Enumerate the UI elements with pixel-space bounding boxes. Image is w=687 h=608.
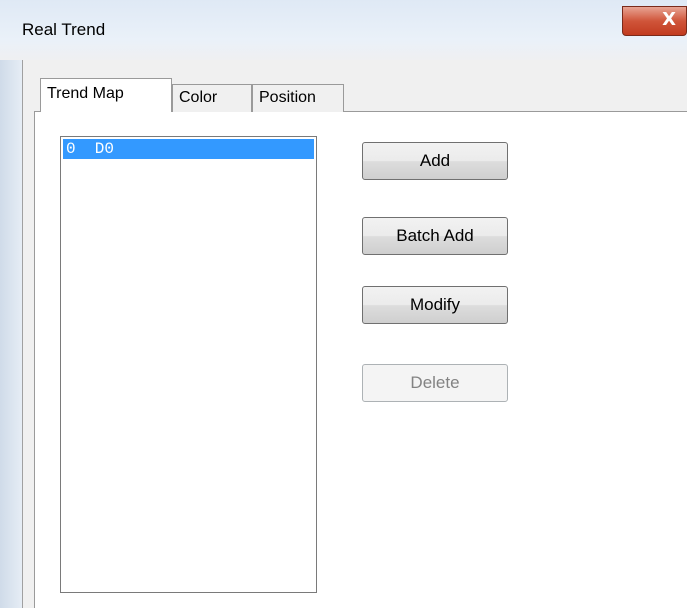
add-button[interactable]: Add (362, 142, 508, 180)
close-button[interactable]: X (622, 6, 687, 36)
list-item[interactable]: 0 D0 (63, 139, 314, 159)
real-trend-dialog: Real Trend X Trend Map Color Position 0 … (0, 0, 687, 608)
tab-color[interactable]: Color (172, 84, 252, 112)
window-title: Real Trend (22, 20, 106, 39)
close-icon: X (662, 9, 676, 30)
tab-position[interactable]: Position (252, 84, 344, 112)
delete-button[interactable]: Delete (362, 364, 508, 402)
modify-button[interactable]: Modify (362, 286, 508, 324)
trend-list[interactable]: 0 D0 (60, 136, 317, 593)
batch-add-button[interactable]: Batch Add (362, 217, 508, 255)
tab-trend-map[interactable]: Trend Map (40, 78, 172, 112)
window-frame-edge (0, 60, 22, 608)
